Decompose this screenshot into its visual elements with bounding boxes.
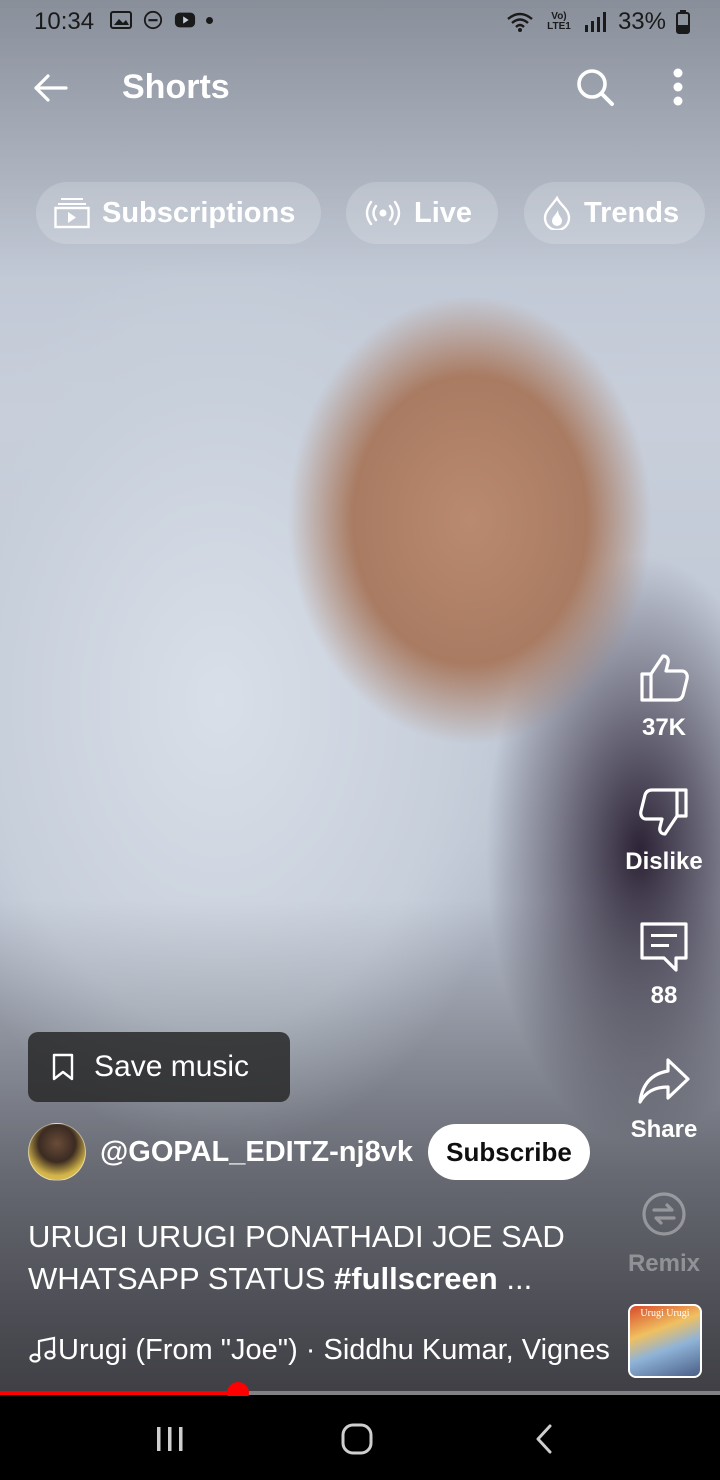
channel-handle[interactable]: @GOPAL_EDITZ-nj8vk <box>100 1136 413 1169</box>
back-nav-button[interactable] <box>514 1414 574 1464</box>
top-app-bar: Shorts <box>0 50 720 130</box>
page-title: Shorts <box>122 68 230 106</box>
home-icon <box>341 1423 373 1455</box>
gallery-icon <box>110 11 132 29</box>
comment-icon <box>640 922 688 972</box>
chip-subscriptions[interactable]: Subscriptions <box>36 182 322 244</box>
chevron-left-icon <box>536 1424 552 1454</box>
status-system-icons: Vo) LTE1 33% <box>506 8 690 36</box>
filter-chips: Subscriptions Live Trends <box>36 182 720 246</box>
channel-info: @GOPAL_EDITZ-nj8vk <box>28 1122 413 1182</box>
channel-avatar[interactable] <box>28 1123 86 1181</box>
title-ellipsis: ... <box>497 1261 533 1296</box>
remix-button[interactable]: Remix <box>612 1186 716 1278</box>
comment-count: 88 <box>650 982 678 1009</box>
arrow-left-icon <box>34 74 68 102</box>
progress-fill <box>0 1391 238 1395</box>
music-info[interactable]: Urugi (From "Joe") · Siddhu Kumar, Vigne… <box>28 1330 610 1370</box>
share-button[interactable]: Share <box>612 1052 716 1144</box>
subscribe-button[interactable]: Subscribe <box>428 1124 590 1180</box>
music-title: Urugi (From "Joe") · Siddhu Kumar, Vigne… <box>58 1333 610 1366</box>
music-note-icon <box>29 1336 56 1363</box>
home-button[interactable] <box>327 1414 387 1464</box>
like-count: 37K <box>641 714 687 741</box>
share-icon <box>638 1058 690 1104</box>
battery-percent: 33% <box>617 8 666 35</box>
save-music-label: Save music <box>94 1050 250 1083</box>
live-icon <box>365 200 401 226</box>
chip-live[interactable]: Live <box>346 182 499 244</box>
recent-apps-button[interactable] <box>140 1414 200 1464</box>
remix-label: Remix <box>627 1250 701 1277</box>
video-title[interactable]: URUGI URUGI PONATHADI JOE SAD WHATSAPP S… <box>28 1216 608 1300</box>
status-time: 10:34 <box>34 8 95 35</box>
dot-icon <box>206 16 213 24</box>
video-progress-bar[interactable] <box>0 1382 720 1404</box>
trending-icon <box>543 196 571 230</box>
chip-trends[interactable]: Trends <box>524 182 706 244</box>
like-button[interactable]: 37K <box>612 650 716 742</box>
music-thumbnail-label: Urugi Urugi <box>640 1308 690 1319</box>
status-bar: 10:34 Vo) LTE1 33% <box>0 0 720 44</box>
signal-icon <box>584 12 606 32</box>
more-options-button[interactable] <box>658 62 698 112</box>
search-icon <box>577 69 614 106</box>
more-vert-icon <box>673 68 683 106</box>
recent-apps-icon <box>157 1427 183 1451</box>
dislike-label: Dislike <box>625 848 703 875</box>
comments-button[interactable]: 88 <box>612 918 716 1010</box>
thumb-down-icon <box>639 788 688 836</box>
share-label: Share <box>630 1116 698 1143</box>
chip-label: Subscriptions <box>102 196 296 229</box>
thumb-up-icon <box>640 654 689 702</box>
music-thumbnail[interactable]: Urugi Urugi <box>628 1304 702 1378</box>
save-music-button[interactable]: Save music <box>28 1032 290 1102</box>
status-notification-icons <box>110 10 213 30</box>
remix-icon <box>642 1192 686 1236</box>
system-nav-bar <box>0 1396 720 1480</box>
bookmark-icon <box>52 1053 74 1081</box>
chip-label: Live <box>414 196 473 229</box>
wifi-icon <box>507 12 533 32</box>
chip-label: Trends <box>584 196 680 229</box>
shorts-screen: 10:34 Vo) LTE1 33% Shorts Subscriptions … <box>0 0 720 1480</box>
do-not-disturb-icon <box>143 10 163 30</box>
search-button[interactable] <box>570 62 620 112</box>
subscriptions-icon <box>54 198 90 229</box>
youtube-icon <box>174 12 196 28</box>
network-type: Vo) LTE1 <box>547 11 571 32</box>
hashtag-link[interactable]: #fullscreen <box>334 1261 498 1296</box>
dislike-button[interactable]: Dislike <box>612 784 716 876</box>
back-button[interactable] <box>26 64 74 112</box>
battery-icon <box>676 10 690 34</box>
